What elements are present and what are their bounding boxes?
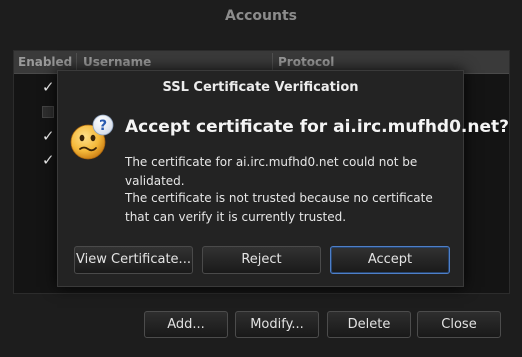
enabled-checkbox[interactable]: ✓ <box>42 129 55 144</box>
enabled-checkbox[interactable]: ✓ <box>42 80 55 95</box>
enabled-checkbox[interactable] <box>42 106 54 118</box>
column-header-enabled[interactable]: Enabled <box>18 55 72 69</box>
add-button[interactable]: Add... <box>144 311 228 338</box>
column-header-protocol[interactable]: Protocol <box>278 55 334 69</box>
accounts-button-bar: Add... Modify... Delete Close <box>0 311 522 341</box>
dialog-heading: Accept certificate for ai.irc.mufhd0.net… <box>125 117 509 137</box>
reject-button[interactable]: Reject <box>202 246 321 274</box>
accept-button[interactable]: Accept <box>330 246 450 274</box>
column-header-username[interactable]: Username <box>83 55 151 69</box>
accounts-window-title: Accounts <box>224 8 297 24</box>
dialog-message-primary: The certificate for ai.irc.mufhd0.net co… <box>125 155 418 188</box>
modify-button[interactable]: Modify... <box>235 311 319 338</box>
dialog-message-detail: The certificate is not trusted because n… <box>125 191 433 224</box>
close-button[interactable]: Close <box>417 311 501 338</box>
column-separator <box>272 53 273 71</box>
enabled-checkbox[interactable]: ✓ <box>42 153 55 168</box>
ssl-certificate-dialog: SSL Certificate Verification ? Accept ce… <box>57 70 509 287</box>
column-separator <box>76 53 77 71</box>
delete-button[interactable]: Delete <box>327 311 411 338</box>
svg-text:?: ? <box>99 118 107 134</box>
view-certificate-button[interactable]: View Certificate... <box>74 246 193 274</box>
confused-smiley-icon: ? <box>70 114 114 160</box>
dialog-title: SSL Certificate Verification <box>162 80 359 95</box>
